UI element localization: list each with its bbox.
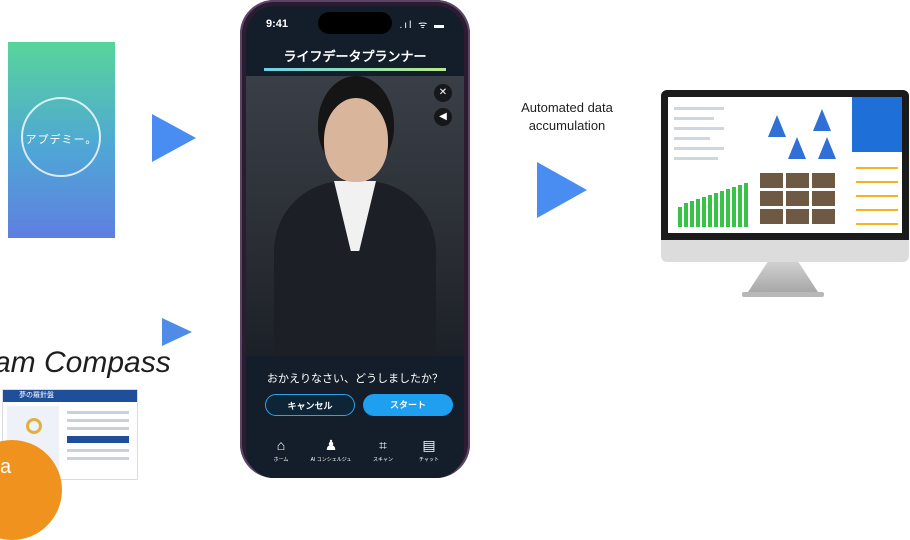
dashboard-highlight-panel bbox=[852, 97, 902, 152]
signal-wifi-battery-icon: .ıl ᯤ ▬ bbox=[399, 20, 446, 31]
nav-label: ホーム bbox=[273, 457, 289, 463]
nav-item-chat[interactable]: ▤ チャット bbox=[406, 436, 452, 463]
histogram-shape bbox=[788, 137, 806, 159]
cancel-button[interactable]: キャンセル bbox=[265, 394, 355, 416]
flow-arrow-icon bbox=[537, 162, 587, 218]
bar-chart-thumbnail bbox=[676, 165, 754, 227]
flow-arrow-icon bbox=[162, 318, 192, 346]
monitor-stand bbox=[748, 262, 818, 292]
greeting-question: おかえりなさい、どうしましたか？ bbox=[267, 373, 443, 385]
nav-label: チャット bbox=[419, 457, 439, 463]
dashboard-screen bbox=[668, 97, 902, 233]
speaker-icon[interactable]: ◀ bbox=[434, 108, 452, 126]
compass-icon bbox=[26, 418, 42, 434]
chat-icon: ▤ bbox=[422, 437, 436, 453]
nav-label: スキャン bbox=[372, 457, 393, 463]
title-underline bbox=[264, 68, 446, 71]
concierge-photo: ✕ ◀ bbox=[246, 76, 464, 356]
thumb-header: 夢の羅針盤 bbox=[3, 390, 137, 402]
nav-item-home[interactable]: ⌂ ホーム bbox=[258, 436, 304, 463]
thumb-content bbox=[63, 406, 133, 476]
scan-icon: ⌗ bbox=[379, 437, 387, 453]
app-splash-card: アプデミー。 bbox=[8, 42, 115, 238]
app-title: ライフデータプランナー bbox=[283, 49, 427, 64]
app-logo-text: アプデミー。 bbox=[25, 134, 98, 146]
histogram-shape bbox=[818, 137, 836, 159]
smartphone: 9:41 .ıl ᯤ ▬ ライフデータプランナー ✕ ◀ おかえりなさい、どうし… bbox=[240, 0, 470, 478]
histogram-shape bbox=[768, 115, 786, 137]
bottom-nav: ⌂ ホーム ♟ AI コンシェルジュ ⌗ スキャン ▤ チャット bbox=[246, 436, 464, 472]
phone-screen: 9:41 .ıl ᯤ ▬ ライフデータプランナー ✕ ◀ おかえりなさい、どうし… bbox=[246, 6, 464, 478]
person-head bbox=[324, 98, 388, 182]
desktop-monitor bbox=[661, 90, 909, 240]
status-bar: 9:41 .ıl ᯤ ▬ bbox=[246, 6, 464, 40]
caption-line-1: Automated data bbox=[521, 100, 613, 115]
mic-off-icon[interactable]: ✕ bbox=[434, 84, 452, 102]
caption-line-2: accumulation bbox=[528, 118, 606, 133]
nav-item-concierge[interactable]: ♟ AI コンシェルジュ bbox=[308, 436, 354, 463]
flow-arrow-icon bbox=[152, 114, 196, 162]
start-button[interactable]: スタート bbox=[363, 394, 453, 416]
monitor-foot bbox=[742, 292, 824, 297]
monitor-chin bbox=[661, 240, 909, 262]
dream-compass-title: am Compass bbox=[0, 346, 171, 379]
concierge-icon: ♟ bbox=[324, 437, 338, 453]
nav-item-scan[interactable]: ⌗ スキャン bbox=[360, 436, 406, 463]
nav-label: AI コンシェルジュ bbox=[310, 457, 352, 463]
status-time: 9:41 bbox=[266, 18, 289, 30]
badge-text: a bbox=[0, 456, 12, 478]
data-caption: Automated data accumulation bbox=[497, 99, 637, 135]
home-icon: ⌂ bbox=[276, 437, 286, 453]
dynamic-island bbox=[318, 12, 392, 34]
histogram-shape bbox=[813, 109, 831, 131]
